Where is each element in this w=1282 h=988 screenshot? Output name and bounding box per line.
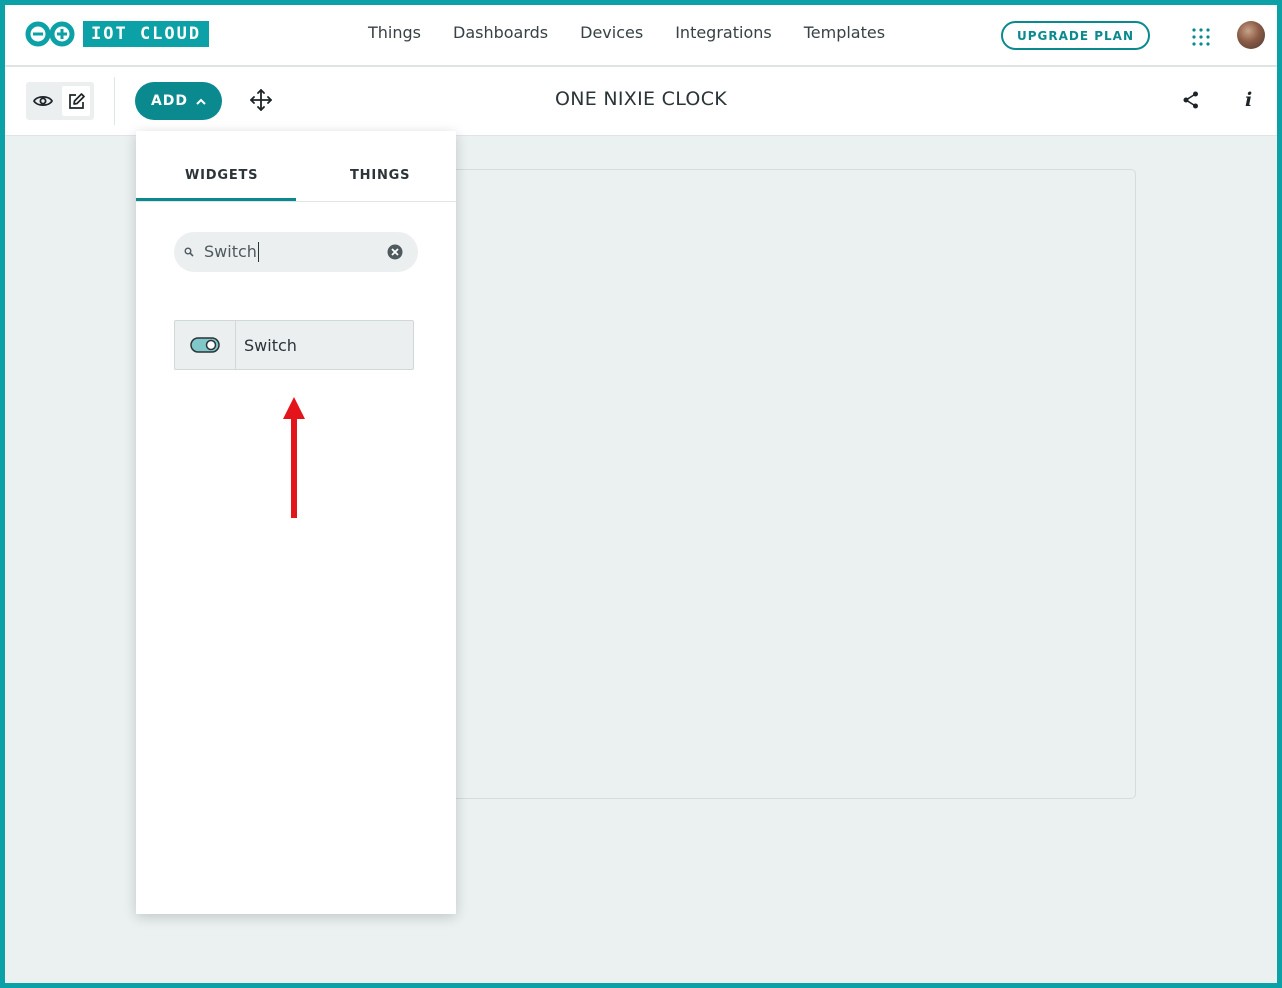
search-input[interactable]: Switch — [204, 242, 387, 263]
tab-things[interactable]: THINGS — [350, 168, 410, 183]
widget-result-switch[interactable]: Switch — [174, 320, 414, 370]
top-navigation-bar: IOT CLOUD Things Dashboards Devices Inte… — [5, 5, 1277, 67]
user-avatar[interactable] — [1237, 21, 1265, 49]
upgrade-plan-button[interactable]: UPGRADE PLAN — [1001, 21, 1150, 50]
nav-things[interactable]: Things — [368, 23, 421, 42]
panel-tabs: WIDGETS THINGS — [136, 131, 456, 202]
clear-search-icon[interactable] — [387, 244, 403, 260]
add-widget-panel: WIDGETS THINGS Switch Switch — [136, 131, 456, 914]
arduino-iot-cloud-logo[interactable]: IOT CLOUD — [25, 21, 210, 47]
dashboard-canvas[interactable] — [397, 169, 1136, 799]
search-icon — [184, 247, 194, 257]
share-icon[interactable] — [1183, 91, 1199, 113]
apps-grid-icon[interactable] — [1191, 27, 1211, 51]
search-input-value: Switch — [204, 241, 257, 261]
nav-devices[interactable]: Devices — [580, 23, 643, 42]
arduino-infinity-icon — [25, 21, 75, 47]
nav-templates[interactable]: Templates — [804, 23, 885, 42]
red-arrow-up-icon — [283, 397, 305, 518]
text-caret — [257, 242, 259, 263]
widget-result-label: Switch — [244, 335, 297, 355]
dashboard-toolbar: ADD ONE NIXIE CLOCK i — [5, 67, 1277, 136]
nav-dashboards[interactable]: Dashboards — [453, 23, 548, 42]
toggle-switch-icon — [175, 321, 236, 369]
main-nav: Things Dashboards Devices Integrations T… — [368, 23, 885, 42]
nav-integrations[interactable]: Integrations — [675, 23, 772, 42]
logo-text: IOT CLOUD — [83, 21, 210, 47]
active-tab-indicator — [136, 198, 296, 201]
dashboard-title: ONE NIXIE CLOCK — [554, 88, 728, 110]
widget-search-field[interactable]: Switch — [174, 232, 418, 272]
info-icon[interactable]: i — [1245, 89, 1252, 111]
tab-widgets[interactable]: WIDGETS — [185, 168, 258, 183]
